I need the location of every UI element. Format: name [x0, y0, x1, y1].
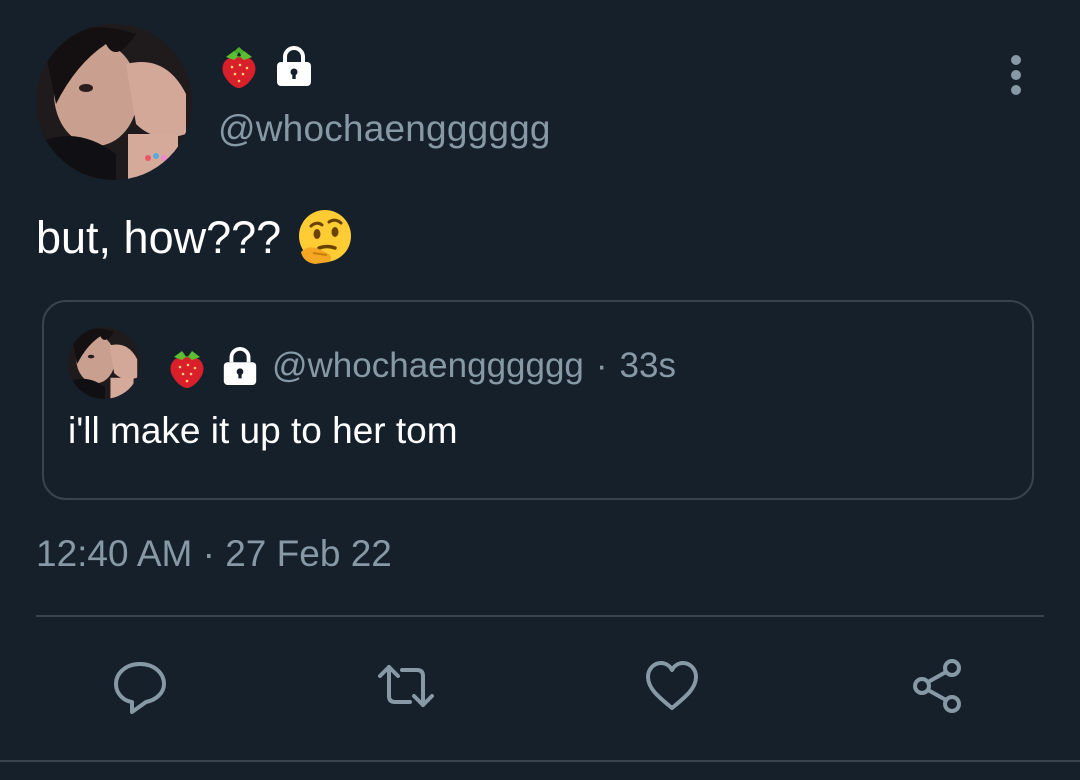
strawberry-emoji-icon: [170, 351, 204, 388]
quoted-avatar-photo: [68, 327, 140, 399]
strawberry-emoji-icon: [222, 47, 256, 88]
profile-avatar[interactable]: [36, 24, 192, 180]
tweet-timestamp: 12:40 AM · 27 Feb 22: [36, 533, 392, 575]
retweet-button[interactable]: [376, 656, 436, 716]
heart-icon: [646, 661, 698, 710]
quoted-separator: ·: [595, 346, 608, 385]
name-row: [218, 42, 314, 90]
lock-icon: [277, 46, 311, 86]
reply-button[interactable]: [110, 656, 170, 716]
share-button[interactable]: [908, 656, 968, 716]
avatar-photo: [36, 24, 192, 180]
tweet-text: but, how???: [36, 212, 282, 263]
timestamp-date: 27 Feb 22: [225, 533, 392, 574]
quoted-handle[interactable]: @whochaengggggg: [272, 346, 584, 386]
lock-icon: [223, 346, 257, 386]
bottom-divider: [0, 760, 1080, 762]
quoted-age: 33s: [619, 346, 676, 385]
reply-icon: [114, 662, 166, 714]
quoted-text: i'll make it up to her tom: [68, 410, 458, 451]
thinking-face-emoji-icon: [299, 210, 352, 264]
author-handle[interactable]: @whochaengggggg: [218, 108, 551, 150]
share-icon: [913, 659, 961, 713]
like-button[interactable]: [642, 656, 702, 716]
quoted-tweet-card[interactable]: [42, 300, 1034, 500]
vertical-dots-icon[interactable]: [1004, 54, 1028, 96]
quoted-meta-row: @whochaengggggg · 33s: [166, 342, 676, 390]
timestamp-separator: ·: [202, 533, 215, 574]
tweet-body: but, how???: [36, 208, 355, 268]
quoted-avatar[interactable]: [68, 327, 140, 399]
timestamp-time: 12:40 AM: [36, 533, 193, 574]
retweet-icon: [378, 665, 434, 707]
divider: [36, 615, 1044, 617]
